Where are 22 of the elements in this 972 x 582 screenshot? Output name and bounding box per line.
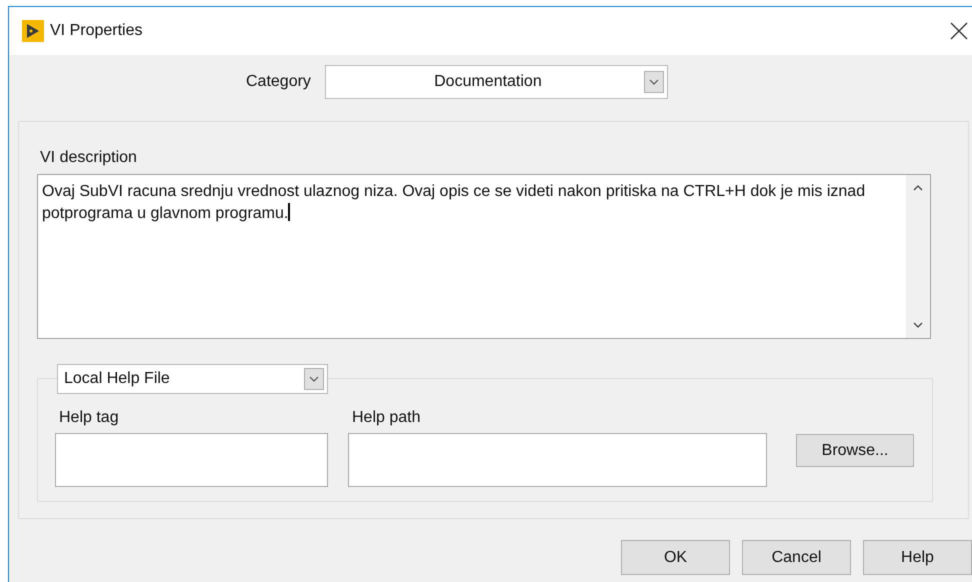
window-title: VI Properties (50, 22, 142, 40)
help-tag-field[interactable] (55, 433, 328, 487)
description-text: Ovaj SubVI racuna srednju vrednost ulaznog niza. Ovaj opis ce se videti nakon pritiska na CTRL+H dok je mis iznad potprograma u glavnom programu. (42, 183, 866, 222)
help-source-dropdown[interactable]: Local Help File (57, 364, 328, 394)
scroll-bar[interactable] (906, 175, 930, 338)
dropdown-caret-icon (309, 376, 319, 382)
ok-button[interactable]: OK (621, 540, 730, 575)
help-path-field[interactable] (348, 433, 767, 487)
description-label: VI description (40, 149, 138, 168)
category-dropdown[interactable]: Documentation (324, 65, 668, 99)
help-button[interactable]: Help (863, 540, 972, 575)
help-path-label: Help path (352, 409, 422, 428)
description-field[interactable]: Ovaj SubVI racuna srednju vrednost ulaznog niza. Ovaj opis ce se videti nakon pritiska na CTRL+H dok je mis iznad potprograma u glavnom programu. (37, 174, 931, 339)
close-icon[interactable] (950, 22, 968, 40)
browse-button[interactable]: Browse... (796, 434, 914, 467)
category-label: Category (246, 73, 311, 91)
app-icon (22, 20, 44, 42)
help-tag-label: Help tag (59, 409, 120, 428)
scroll-up-icon[interactable] (913, 185, 923, 191)
scroll-down-icon[interactable] (913, 322, 923, 328)
dropdown-caret-icon (648, 79, 659, 85)
cancel-button[interactable]: Cancel (742, 540, 851, 575)
